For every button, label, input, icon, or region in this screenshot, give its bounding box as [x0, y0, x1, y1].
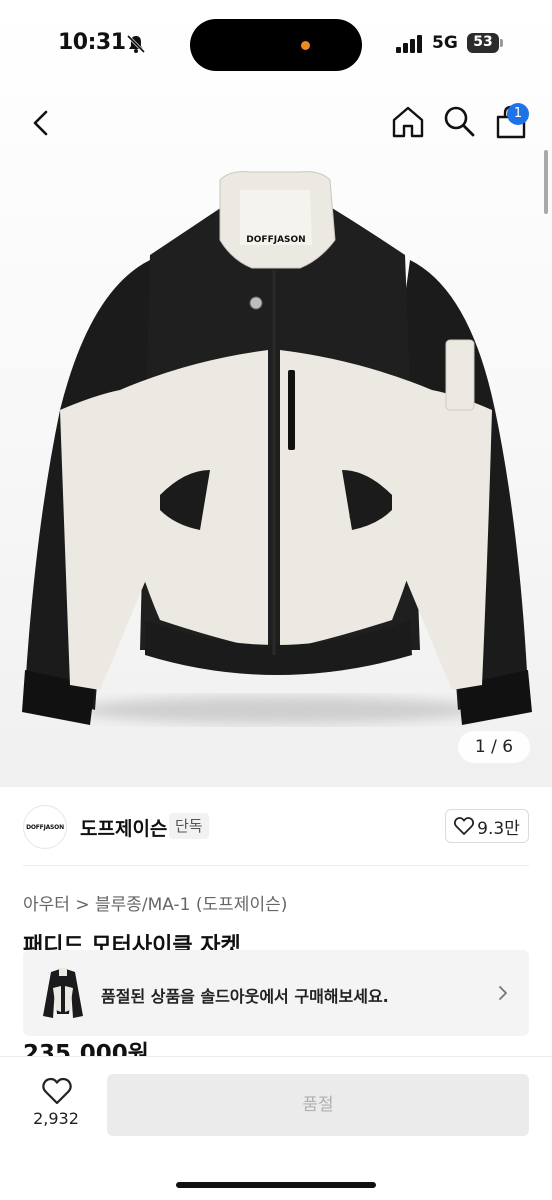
jacket-logo: DOFFJASON: [246, 235, 305, 245]
privacy-dot: [301, 41, 310, 50]
cart-badge: 1: [507, 103, 529, 125]
sold-out-button[interactable]: 품절: [107, 1074, 529, 1136]
heart-icon: [454, 817, 475, 835]
category-breadcrumb[interactable]: 아우터 > 블루종/MA-1 (도프제이슨): [23, 890, 287, 915]
brand-name[interactable]: 도프제이슨: [80, 814, 167, 841]
banner-thumbnail: [43, 968, 83, 1018]
home-icon[interactable]: [390, 104, 426, 140]
exclusive-badge: 단독: [169, 813, 209, 839]
search-icon[interactable]: [442, 104, 476, 138]
scroll-indicator[interactable]: [544, 150, 548, 214]
image-pager[interactable]: 1 / 6: [458, 731, 530, 763]
heart-icon: [42, 1077, 72, 1105]
brand-like-count: 9.3만: [477, 818, 520, 839]
bell-slash-icon: [126, 34, 146, 54]
status-time: 10:31: [58, 30, 126, 55]
home-indicator: [176, 1182, 376, 1188]
battery-icon: 53: [467, 33, 505, 53]
brand-logo-text: DOFFJASON: [26, 823, 64, 831]
signal-icon: [396, 35, 422, 53]
bottom-action-bar: 2,932 품절: [0, 1056, 552, 1200]
dynamic-island: [190, 19, 362, 71]
status-bar: 10:31 5G 53: [0, 0, 552, 88]
product-like-button[interactable]: 2,932: [20, 1077, 92, 1147]
soldout-banner[interactable]: 품절된 상품을 솔드아웃에서 구매해보세요.: [23, 950, 529, 1036]
banner-text: 품절된 상품을 솔드아웃에서 구매해보세요.: [101, 987, 389, 1006]
chevron-right-icon: [499, 986, 507, 1000]
battery-level: 53: [473, 34, 493, 50]
jacket-illustration: DOFFJASON: [22, 171, 532, 725]
brand-like-button[interactable]: 9.3만: [445, 809, 529, 843]
network-label: 5G: [432, 33, 458, 53]
product-like-count: 2,932: [33, 1109, 79, 1128]
divider: [23, 865, 529, 866]
brand-logo[interactable]: DOFFJASON: [23, 805, 67, 849]
pager-label: 1 / 6: [474, 737, 514, 757]
back-icon[interactable]: [24, 106, 58, 140]
